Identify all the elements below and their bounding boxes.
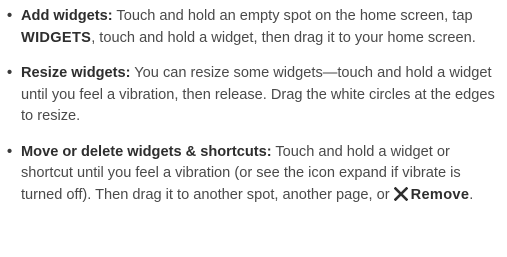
term-move-delete: Move or delete widgets & shortcuts: xyxy=(21,143,272,160)
list-item-move-delete: • Move or delete widgets & shortcuts: To… xyxy=(7,142,501,207)
widgets-ui-label: WIDGETS xyxy=(21,29,92,46)
add-widgets-text-after: , touch and hold a widget, then drag it … xyxy=(91,29,476,46)
bullet-dot: • xyxy=(7,65,13,81)
term-resize-widgets: Resize widgets: xyxy=(21,65,131,81)
term-add-widgets: Add widgets: xyxy=(21,8,113,24)
document-page: • Add widgets: Touch and hold an empty s… xyxy=(0,0,507,257)
list-item-add-widgets: • Add widgets: Touch and hold an empty s… xyxy=(7,6,501,49)
remove-ui-label: Remove xyxy=(410,186,470,203)
list-item-resize-widgets: • Resize widgets: You can resize some wi… xyxy=(7,63,501,128)
bullet-dot: • xyxy=(7,143,13,160)
bullet-dot: • xyxy=(7,8,13,24)
add-widgets-text-before: Touch and hold an empty spot on the home… xyxy=(112,8,473,24)
move-delete-text-after: . xyxy=(469,186,474,203)
close-x-icon xyxy=(393,186,408,201)
widget-tips-list: • Add widgets: Touch and hold an empty s… xyxy=(7,6,501,206)
